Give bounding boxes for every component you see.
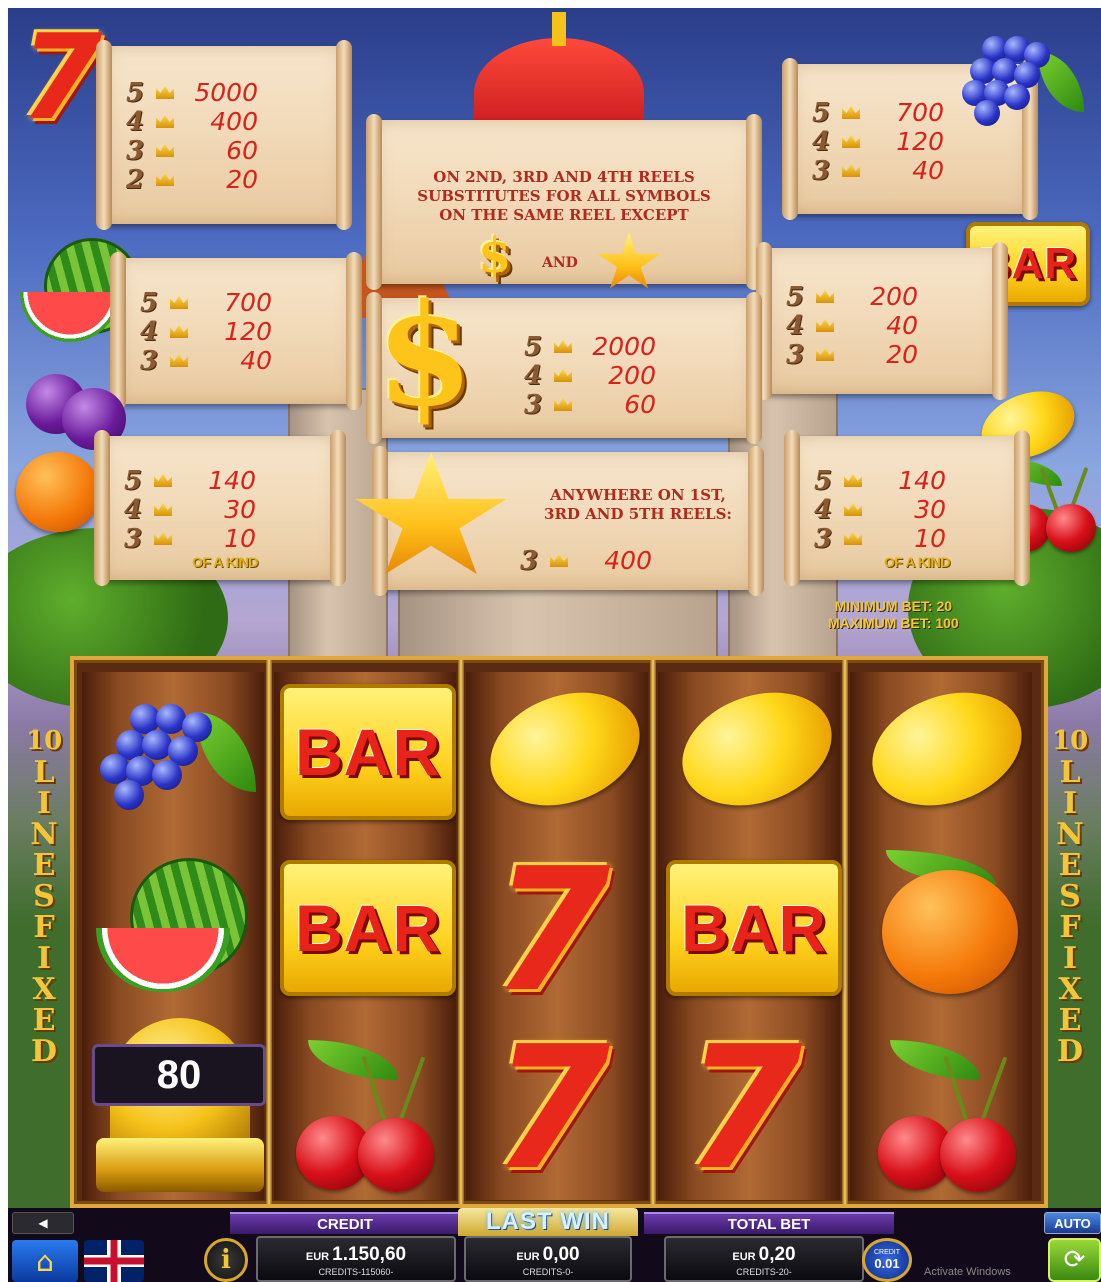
info-icon[interactable]: i <box>204 1238 248 1282</box>
crown-icon <box>816 319 834 332</box>
reel-symbol-watermelon <box>92 854 262 994</box>
lines-fixed-right: 10 LIN ESF IXE D <box>1052 726 1089 1069</box>
crown-icon <box>842 164 860 177</box>
paytable-lemon-cherry: 5 140 4 30 3 10 OF A KIND <box>784 430 1030 586</box>
paytable-bar: 5 200 4 40 3 20 <box>756 242 1008 400</box>
pay-row: 5 140 <box>814 465 946 496</box>
crown-icon <box>170 296 188 309</box>
pay-row: 3 20 <box>786 339 918 370</box>
reel-symbol-orange <box>874 848 1024 998</box>
spin-icon[interactable]: ⟳ <box>1048 1238 1101 1282</box>
pay-row: 3 10 <box>814 523 946 554</box>
of-a-kind-label: OF A KIND <box>884 554 951 570</box>
of-a-kind-label: OF A KIND <box>192 554 259 570</box>
pay-row: 5 200 <box>786 281 918 312</box>
pay-row: 4 120 <box>140 316 272 347</box>
credit-display: EUR 1.150,60 CREDITS-115060- <box>256 1236 456 1282</box>
windows-watermark: Activate Windows <box>924 1266 1011 1278</box>
home-icon[interactable]: ⌂ <box>12 1240 78 1282</box>
credit-amount: 1.150,60 <box>332 1244 407 1265</box>
credit-credits: CREDITS-115060- <box>318 1267 394 1277</box>
last-win-display: EUR 0,00 CREDITS-0- <box>464 1236 632 1282</box>
crown-icon <box>154 474 172 487</box>
pay-row: 3 40 <box>140 345 272 376</box>
crown-icon <box>844 474 862 487</box>
pay-row: 5 5000 <box>126 77 258 108</box>
auto-button[interactable]: AUTO <box>1044 1212 1101 1234</box>
pay-row: 4 200 <box>524 360 656 391</box>
total-bet-credits: CREDITS-20- <box>736 1267 792 1277</box>
crown-icon <box>156 86 174 99</box>
reel-symbol-cherry <box>874 1032 1034 1196</box>
crown-icon <box>550 554 568 567</box>
crown-icon <box>554 340 572 353</box>
orange-symbol <box>16 452 100 532</box>
paytable-wild: ON 2ND, 3RD AND 4TH REELS SUBSTITUTES FO… <box>366 114 762 290</box>
crown-icon <box>816 348 834 361</box>
crown-icon <box>156 144 174 157</box>
last-win-label: LAST WIN <box>458 1208 638 1236</box>
star-icon <box>597 232 661 289</box>
minimum-bet-label: MINIMUM BET: 20 <box>834 598 953 614</box>
total-bet-label: TOTAL BET <box>644 1212 894 1234</box>
crown-icon <box>154 503 172 516</box>
pay-row: 3 10 <box>124 523 256 554</box>
reel-symbol-bar: BAR <box>280 684 456 820</box>
speaker-icon[interactable]: ◀ <box>12 1212 74 1234</box>
maximum-bet-label: MAXIMUM BET: 100 <box>828 615 959 631</box>
reel-symbol-grapes <box>90 688 260 818</box>
crown-icon <box>842 135 860 148</box>
pay-row: 3 60 <box>524 389 656 420</box>
crown-icon <box>844 503 862 516</box>
crown-icon <box>842 106 860 119</box>
game-screen: 7 5 5000 4 400 3 60 2 20 5 700 4 120 3 40 <box>8 8 1101 1282</box>
paytable-melon: 5 700 4 120 3 40 <box>110 252 362 410</box>
crown-icon <box>554 369 572 382</box>
pay-row: 4 30 <box>124 494 256 525</box>
pay-row: 5 2000 <box>524 331 656 362</box>
bottom-bar: ◀ ⌂ i CREDIT EUR 1.150,60 CREDITS-115060-… <box>8 1208 1101 1282</box>
reel-symbol-cherry <box>292 1032 452 1196</box>
dollar-icon: $ <box>478 228 512 284</box>
grapes-symbol <box>952 22 1092 132</box>
reel-symbol-seven: 7 <box>492 1010 611 1208</box>
pay-row: 3 40 <box>812 155 944 186</box>
crown-icon <box>156 115 174 128</box>
reel-symbol-bar: BAR <box>280 860 456 996</box>
last-win-amount: 0,00 <box>542 1244 580 1265</box>
paytable-seven: 5 5000 4 400 3 60 2 20 <box>96 40 352 230</box>
bell-value-display: 80 <box>92 1044 266 1106</box>
pay-row: 2 20 <box>126 164 258 195</box>
lines-fixed-left: 10 LIN ESF IXE D <box>26 726 63 1069</box>
credit-label: CREDIT <box>230 1212 460 1234</box>
pay-row: 3 60 <box>126 135 258 166</box>
dollar-symbol: $ <box>376 274 474 438</box>
uk-flag-icon[interactable] <box>84 1240 144 1282</box>
crown-icon <box>554 398 572 411</box>
reel-symbol-bar: BAR <box>666 860 842 996</box>
pay-row: 3 400 <box>520 545 652 576</box>
pay-row: 4 400 <box>126 106 258 137</box>
paytable-plum-orange: 5 140 4 30 3 10 OF A KIND <box>94 430 346 586</box>
total-bet-display: EUR 0,20 CREDITS-20- <box>664 1236 864 1282</box>
crown-icon <box>170 354 188 367</box>
crown-icon <box>816 290 834 303</box>
reel-symbol-seven: 7 <box>492 832 611 1030</box>
seven-symbol: 7 <box>20 8 103 146</box>
crown-icon <box>156 173 174 186</box>
crown-icon <box>154 532 172 545</box>
pay-row: 5 140 <box>124 465 256 496</box>
total-bet-amount: 0,20 <box>758 1244 796 1265</box>
reel-symbol-bell: 80 <box>88 1008 272 1198</box>
reel-symbol-seven: 7 <box>684 1010 803 1208</box>
pay-row: 4 40 <box>786 310 918 341</box>
crown-icon <box>844 532 862 545</box>
last-win-credits: CREDITS-0- <box>522 1267 574 1277</box>
coin-value-button[interactable]: CREDIT 0.01 <box>862 1238 912 1282</box>
crown-icon <box>170 325 188 338</box>
pay-row: 4 30 <box>814 494 946 525</box>
bet-limits: MINIMUM BET: 20 MAXIMUM BET: 100 <box>828 598 959 632</box>
pay-row: 5 700 <box>140 287 272 318</box>
